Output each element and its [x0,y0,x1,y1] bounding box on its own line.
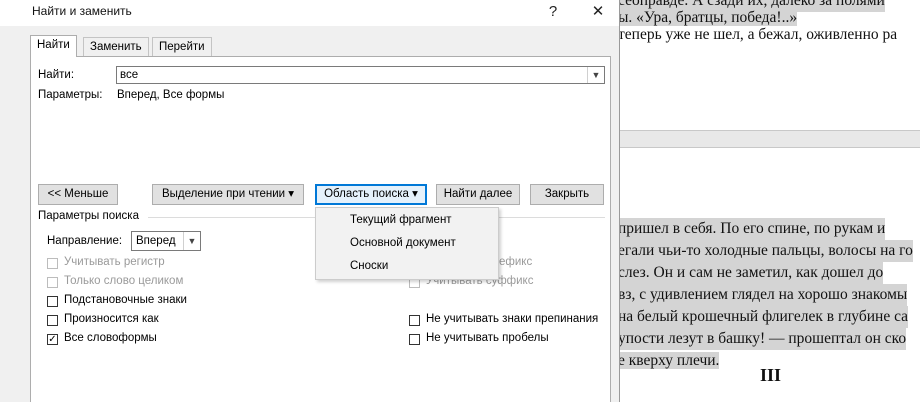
match-case-checkbox[interactable] [47,258,58,269]
dialog-titlebar[interactable]: Найти и заменить ? ✕ [0,0,619,26]
tab-find[interactable]: Найти [30,35,77,57]
less-button[interactable]: << Меньше [38,184,118,205]
chevron-down-icon[interactable]: ▼ [183,232,200,250]
menu-item-current-fragment[interactable]: Текущий фрагмент [316,209,498,231]
chevron-down-icon[interactable]: ▼ [587,67,604,83]
menu-item-main-document[interactable]: Основной документ [316,232,498,254]
document-line: егали чьи-то холодные пальцы, волосы на … [618,240,913,262]
search-area-menu: Текущий фрагмент Основной документ Сноск… [315,207,499,280]
find-input[interactable]: все ▼ [116,66,605,84]
direction-value: Вперед [136,235,176,247]
direction-label: Направление: [47,235,123,247]
match-prefix-label: ефикс [499,256,533,268]
page-break [618,130,920,148]
section-mark: III [760,365,782,385]
all-word-forms-label: Все словоформы [64,332,157,344]
ignore-punctuation-checkbox[interactable] [409,315,420,326]
dialog-title: Найти и заменить [32,4,132,18]
all-word-forms-checkbox[interactable]: ✓ [47,334,58,345]
params-value: Вперед, Все формы [117,89,225,101]
params-label: Параметры: [38,89,103,101]
document-line: слез. Он и сам не заметил, как дошел до [618,262,884,284]
sounds-like-checkbox[interactable] [47,315,58,326]
reading-highlight-button[interactable]: Выделение при чтении ▾ [152,184,304,205]
wildcards-label: Подстановочные знаки [64,294,187,306]
menu-item-footnotes[interactable]: Сноски [316,255,498,277]
match-case-label: Учитывать регистр [64,256,165,268]
help-button[interactable]: ? [533,0,573,26]
find-next-button[interactable]: Найти далее [436,184,520,205]
search-options-label: Параметры поиска [38,210,139,222]
document-line: теперь уже не шел, а бежал, оживленно ра [618,26,898,43]
document-line: вз, с удивлением глядел на хорошо знаком… [618,284,908,306]
find-label: Найти: [38,69,75,81]
sounds-like-label: Произносится как [64,313,159,325]
direction-select[interactable]: Вперед ▼ [131,231,201,251]
search-area-button[interactable]: Область поиска ▾ [315,184,427,205]
close-icon[interactable]: ✕ [578,0,618,26]
document-line: упости лезут в башку! — прошептал он ско [618,328,907,350]
ignore-spaces-checkbox[interactable] [409,334,420,345]
tab-replace[interactable]: Заменить [83,37,149,56]
ignore-punctuation-label: Не учитывать знаки препинания [426,313,599,325]
close-button[interactable]: Закрыть [530,184,604,205]
document-line: на белый крошечный флигелек в глубине са [618,306,909,328]
find-input-value: все [120,69,139,81]
document-line: пришел в себя. По его спине, по рукам и [618,218,886,240]
ignore-spaces-label: Не учитывать пробелы [426,332,549,344]
whole-word-label: Только слово целиком [64,275,184,287]
document-page: сеоправде. А сзади их, далеко за полями … [618,0,920,402]
find-replace-dialog: Найти и заменить ? ✕ Найти Заменить Пере… [0,0,620,402]
document-line: е кверху плечи. [618,352,720,369]
whole-word-checkbox[interactable] [47,277,58,288]
wildcards-checkbox[interactable] [47,296,58,307]
tab-goto[interactable]: Перейти [152,37,212,56]
